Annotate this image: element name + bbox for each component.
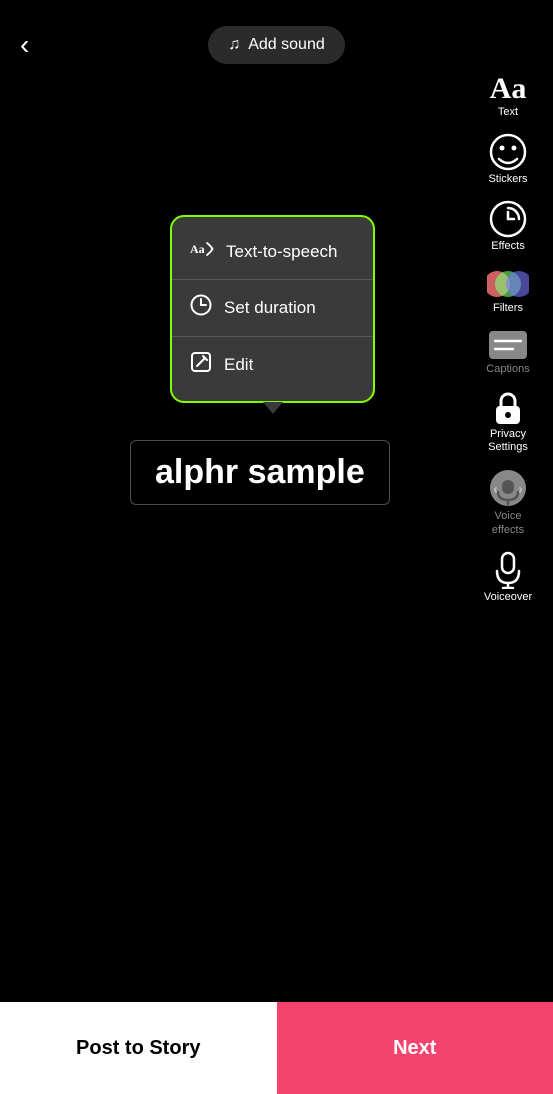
toolbar-item-voice-effects[interactable]: Voiceeffects: [473, 464, 543, 540]
text-to-speech-icon: Aa: [190, 239, 214, 265]
text-to-speech-label: Text-to-speech: [226, 242, 338, 262]
voice-effects-icon: [488, 468, 528, 508]
toolbar-item-voiceover[interactable]: Voiceover: [473, 547, 543, 608]
toolbar-effects-label: Effects: [491, 240, 524, 253]
toolbar-text-label: Text: [498, 106, 518, 119]
toolbar-stickers-label: Stickers: [488, 173, 527, 186]
filters-icon: [487, 268, 529, 300]
captions-icon: [487, 329, 529, 361]
effects-icon: [489, 200, 527, 238]
set-duration-label: Set duration: [224, 298, 316, 318]
toolbar-captions-label: Captions: [486, 363, 529, 376]
add-sound-label: Add sound: [248, 36, 325, 54]
add-sound-button[interactable]: ♫ Add sound: [208, 26, 345, 64]
toolbar-item-stickers[interactable]: Stickers: [473, 129, 543, 190]
header: ‹ ♫ Add sound: [0, 0, 553, 90]
toolbar-item-captions[interactable]: Captions: [473, 325, 543, 380]
back-button[interactable]: ‹: [20, 31, 29, 59]
voiceover-icon: [493, 551, 523, 589]
right-toolbar: Aa Text Stickers Effects: [473, 70, 543, 608]
toolbar-filters-label: Filters: [493, 302, 523, 315]
next-button[interactable]: Next: [277, 1002, 553, 1094]
text-overlay[interactable]: alphr sample: [130, 440, 390, 505]
svg-text:Aa: Aa: [190, 242, 205, 256]
toolbar-voiceover-label: Voiceover: [484, 591, 532, 604]
text-overlay-content: alphr sample: [155, 453, 365, 491]
context-menu-edit[interactable]: Edit: [172, 337, 373, 393]
context-menu-set-duration[interactable]: Set duration: [172, 280, 373, 337]
post-to-story-button[interactable]: Post to Story: [0, 1002, 277, 1094]
toolbar-privacy-label: Privacy Settings: [477, 428, 539, 454]
toolbar-item-filters[interactable]: Filters: [473, 264, 543, 319]
toolbar-item-privacy[interactable]: Privacy Settings: [473, 386, 543, 458]
context-menu-text-to-speech[interactable]: Aa Text-to-speech: [172, 225, 373, 280]
toolbar-item-text[interactable]: Aa Text: [473, 70, 543, 123]
toolbar-voice-label: Voiceeffects: [492, 510, 524, 536]
bottom-bar: Post to Story Next: [0, 1002, 553, 1094]
set-duration-icon: [190, 294, 212, 322]
text-icon: Aa: [490, 74, 527, 104]
toolbar-item-effects[interactable]: Effects: [473, 196, 543, 257]
music-icon: ♫: [228, 36, 240, 54]
privacy-icon: [492, 390, 524, 426]
context-menu: Aa Text-to-speech Set duration Edit: [170, 215, 375, 403]
stickers-icon: [489, 133, 527, 171]
edit-icon: [190, 351, 212, 379]
edit-label: Edit: [224, 355, 253, 375]
